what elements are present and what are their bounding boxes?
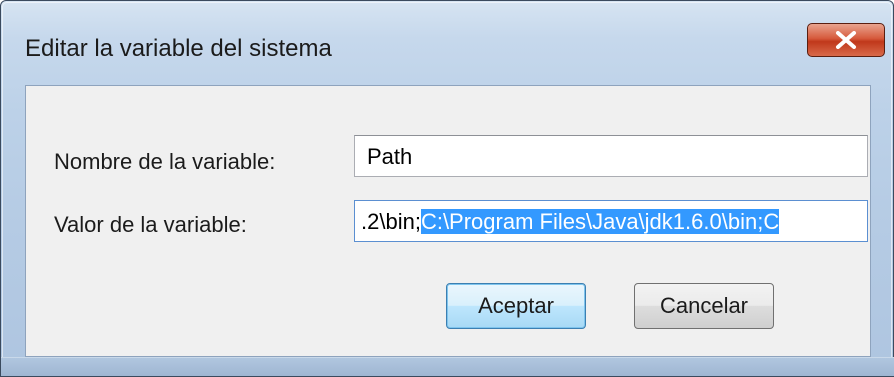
variable-name-label: Nombre de la variable: [54,149,276,174]
variable-value-trailing: C [763,209,780,234]
variable-value-text: .2\bin;C:\Program Files\Java\jdk1.6.0\bi… [361,209,780,235]
dialog-client-area: Nombre de la variable: Path Valor de la … [25,85,871,357]
variable-value-selection: C:\Program Files\Java\jdk1.6.0\bin; [420,209,764,234]
window-bottom-edge [1,357,894,376]
dialog-window: Editar la variable del sistema Nombre de… [0,0,894,377]
variable-name-value: Path [367,144,413,169]
variable-value-label: Valor de la variable: [54,212,247,237]
dialog-title: Editar la variable del sistema [25,35,332,62]
variable-name-input[interactable]: Path [354,135,868,177]
variable-value-unselected: .2\bin; [361,209,421,234]
ok-button[interactable]: Aceptar [446,283,586,329]
close-button[interactable] [807,23,885,57]
cancel-button[interactable]: Cancelar [634,283,774,329]
variable-value-input[interactable]: .2\bin;C:\Program Files\Java\jdk1.6.0\bi… [354,200,868,242]
close-x-icon [836,31,856,49]
